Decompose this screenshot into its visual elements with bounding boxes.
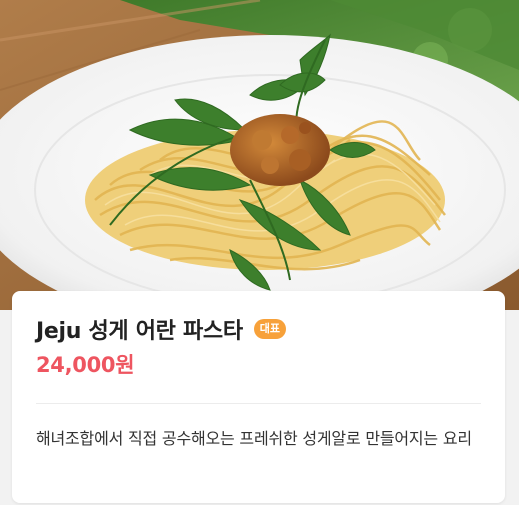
menu-name: Jeju 성게 어란 파스타 [36, 319, 243, 344]
menu-price: 24,000원 [36, 353, 135, 377]
menu-title-row: Jeju 성게 어란 파스타 대표 [36, 313, 287, 345]
signature-badge: 대표 [253, 319, 287, 339]
menu-detail-screen: Jeju 성게 어란 파스타 대표 24,000원 해녀조합에서 직접 공수해오… [0, 0, 519, 505]
menu-photo [0, 0, 519, 310]
menu-info-card: Jeju 성게 어란 파스타 대표 24,000원 해녀조합에서 직접 공수해오… [12, 291, 505, 503]
divider [36, 403, 481, 404]
menu-description: 해녀조합에서 직접 공수해오는 프레쉬한 성게알로 만들어지는 요리 [36, 429, 472, 448]
